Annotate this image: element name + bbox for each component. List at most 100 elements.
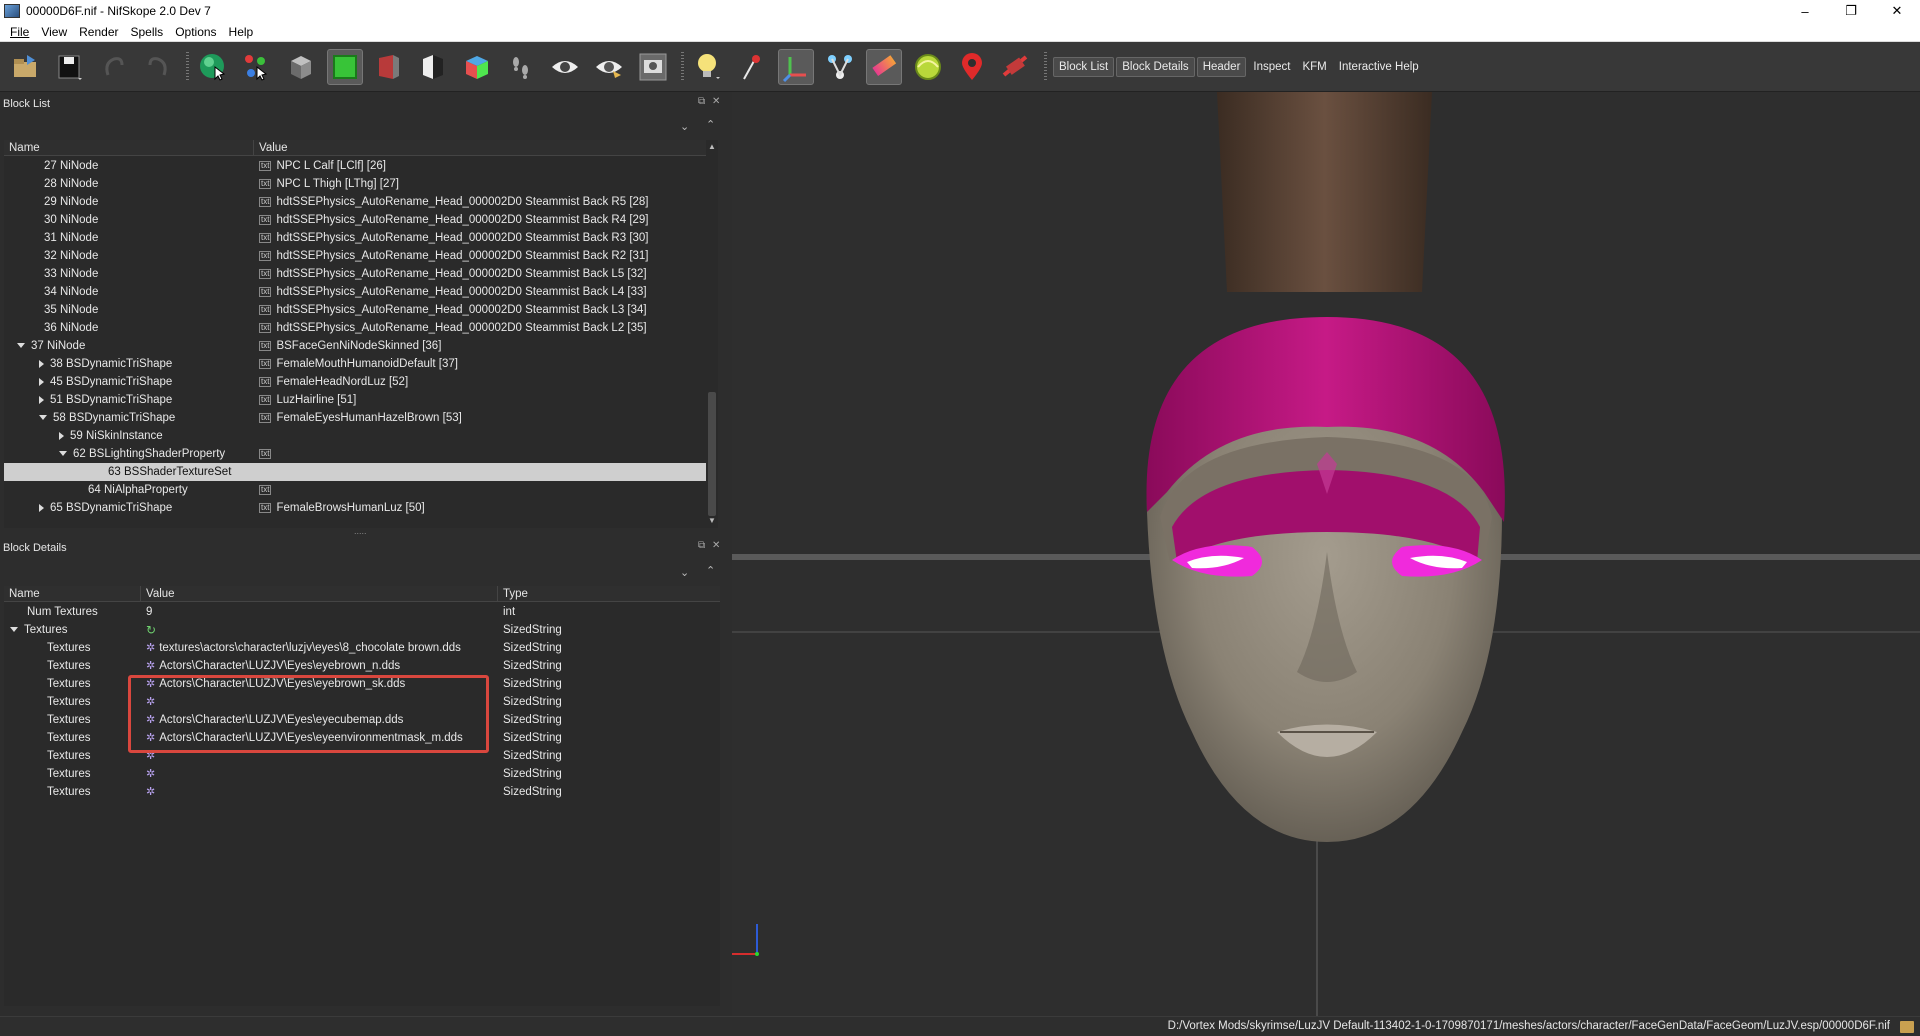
column-name[interactable]: Name	[4, 140, 254, 155]
splitter-handle[interactable]: .....	[354, 526, 367, 536]
show-axes-button[interactable]	[734, 49, 770, 85]
menu-render[interactable]: Render	[73, 22, 124, 42]
walk-mode-button[interactable]	[503, 49, 539, 85]
view-front-button[interactable]	[327, 48, 363, 85]
scroll-thumb[interactable]	[708, 392, 716, 516]
texture-path-icon[interactable]: ✲	[146, 714, 155, 726]
toggle-block-list[interactable]: Block List	[1053, 56, 1115, 77]
column-value[interactable]: Value	[254, 140, 706, 155]
block-details-row[interactable]: Textures ✲ textures\actors\character\luzjv…	[4, 639, 720, 657]
block-details-row[interactable]: Textures ✲ SizedString	[4, 783, 720, 801]
collapse-all-icon[interactable]: ⌄	[680, 566, 689, 579]
block-list-row[interactable]: 37 NiNode txt BSFaceGenNiNodeSkinned [36]	[4, 337, 706, 355]
menu-spells[interactable]: Spells	[125, 22, 170, 42]
maximize-button[interactable]: ❐	[1828, 0, 1874, 22]
toggle-kfm[interactable]: KFM	[1297, 58, 1331, 76]
show-hidden-button[interactable]	[547, 49, 583, 85]
block-list-row[interactable]: 38 BSDynamicTriShape txt FemaleMouthHumano…	[4, 355, 706, 373]
minimize-button[interactable]: –	[1782, 0, 1828, 22]
block-list-row[interactable]: 51 BSDynamicTriShape txt LuzHairline [51]	[4, 391, 706, 409]
toggle-header[interactable]: Header	[1196, 56, 1247, 77]
view-side-button[interactable]	[371, 49, 407, 85]
block-list-row[interactable]: 31 NiNode txt hdtSSEPhysics_AutoRename_Hea…	[4, 229, 706, 247]
block-list-row[interactable]: 36 NiNode txt hdtSSEPhysics_AutoRename_Hea…	[4, 319, 706, 337]
expanded-arrow-icon[interactable]	[10, 627, 18, 633]
texture-path-icon[interactable]: ✲	[146, 660, 155, 672]
block-list-row[interactable]: 30 NiNode txt hdtSSEPhysics_AutoRename_Hea…	[4, 211, 706, 229]
block-details-close-button[interactable]: ✕	[712, 540, 720, 551]
texture-path-icon[interactable]: ✲	[146, 732, 155, 744]
block-details-float-button[interactable]: ⧉	[698, 540, 705, 551]
show-grid-button[interactable]	[778, 48, 814, 85]
field-value[interactable]: textures\actors\character\luzjv\eyes\8_c…	[159, 642, 461, 654]
field-value[interactable]: 9	[146, 606, 152, 618]
menu-file[interactable]: File	[4, 22, 35, 42]
block-list-row[interactable]: 28 NiNode txt NPC L Thigh [LThg] [27]	[4, 175, 706, 193]
collapsed-arrow-icon[interactable]	[39, 359, 44, 368]
block-list-scrollbar[interactable]: ▲ ▼	[706, 140, 718, 528]
toggle-block-details[interactable]: Block Details	[1116, 56, 1195, 77]
column-type[interactable]: Type	[498, 586, 720, 601]
block-list-row[interactable]: 34 NiNode txt hdtSSEPhysics_AutoRename_Hea…	[4, 283, 706, 301]
select-object-button[interactable]	[195, 49, 231, 85]
block-list-float-button[interactable]: ⧉	[698, 96, 705, 107]
texture-path-icon[interactable]: ✲	[146, 786, 155, 798]
expanded-arrow-icon[interactable]	[17, 343, 25, 349]
scroll-up-icon[interactable]: ▲	[708, 142, 716, 151]
field-value[interactable]: Actors\Character\LUZJV\Eyes\eyebrown_n.d…	[159, 660, 400, 672]
block-list-row[interactable]: 45 BSDynamicTriShape txt FemaleHeadNordLuz…	[4, 373, 706, 391]
view-flip-button[interactable]	[415, 49, 451, 85]
collapsed-arrow-icon[interactable]	[39, 503, 44, 512]
show-nodes-button[interactable]	[591, 49, 627, 85]
expand-all-icon[interactable]: ⌃	[706, 564, 715, 577]
collapse-all-icon[interactable]: ⌄	[680, 120, 689, 133]
block-list-row[interactable]: 32 NiNode txt hdtSSEPhysics_AutoRename_Hea…	[4, 247, 706, 265]
block-list-row[interactable]: 64 NiAlphaProperty txt	[4, 481, 706, 499]
block-details-row[interactable]: Num Textures 9 int	[4, 603, 720, 621]
expanded-arrow-icon[interactable]	[39, 415, 47, 421]
menu-options[interactable]: Options	[169, 22, 222, 42]
collapsed-arrow-icon[interactable]	[39, 395, 44, 404]
block-details-row[interactable]: Textures ✲ SizedString	[4, 765, 720, 783]
block-details-row[interactable]: Textures ✲ SizedString	[4, 693, 720, 711]
block-list-row[interactable]: 29 NiNode txt hdtSSEPhysics_AutoRename_Hea…	[4, 193, 706, 211]
texture-path-icon[interactable]: ✲	[146, 696, 155, 708]
block-list-row[interactable]: 63 BSShaderTextureSet	[4, 463, 706, 481]
menu-view[interactable]: View	[35, 22, 73, 42]
disable-shaders-button[interactable]	[998, 49, 1034, 85]
show-textures-button[interactable]	[910, 49, 946, 85]
toggle-inspect[interactable]: Inspect	[1248, 58, 1295, 76]
render-viewport[interactable]	[732, 92, 1920, 1016]
interactive-help[interactable]: Interactive Help	[1334, 58, 1424, 76]
redo-button[interactable]	[140, 49, 176, 85]
view-top-button[interactable]	[283, 49, 319, 85]
open-file-button[interactable]	[8, 49, 44, 85]
block-details-row[interactable]: Textures ✲ Actors\Character\LUZJV\Eyes\eye…	[4, 675, 720, 693]
lighting-button[interactable]	[690, 49, 726, 85]
field-value[interactable]: Actors\Character\LUZJV\Eyes\eyecubemap.d…	[159, 714, 403, 726]
field-value[interactable]: Actors\Character\LUZJV\Eyes\eyeenvironme…	[159, 732, 463, 744]
block-details-row[interactable]: Textures ↻ SizedString	[4, 621, 720, 639]
expanded-arrow-icon[interactable]	[59, 451, 67, 457]
texture-path-icon[interactable]: ✲	[146, 768, 155, 780]
update-array-icon[interactable]: ↻	[146, 623, 156, 637]
show-skeleton-button[interactable]	[822, 49, 858, 85]
select-vertex-button[interactable]	[239, 49, 275, 85]
texture-path-icon[interactable]: ✲	[146, 678, 155, 690]
menu-help[interactable]: Help	[223, 22, 260, 42]
column-name[interactable]: Name	[4, 586, 141, 601]
block-list-row[interactable]: 62 BSLightingShaderProperty txt	[4, 445, 706, 463]
view-user-button[interactable]	[459, 49, 495, 85]
screenshot-button[interactable]	[635, 49, 671, 85]
block-list-close-button[interactable]: ✕	[712, 96, 720, 107]
scroll-down-icon[interactable]: ▼	[708, 516, 716, 525]
collapsed-arrow-icon[interactable]	[59, 431, 64, 440]
block-list-row[interactable]: 59 NiSkinInstance	[4, 427, 706, 445]
close-button[interactable]: ✕	[1874, 0, 1920, 22]
block-list-row[interactable]: 33 NiNode txt hdtSSEPhysics_AutoRename_Hea…	[4, 265, 706, 283]
block-details-row[interactable]: Textures ✲ Actors\Character\LUZJV\Eyes\eye…	[4, 657, 720, 675]
show-vertex-colors-button[interactable]	[866, 48, 902, 85]
block-list-row[interactable]: 58 BSDynamicTriShape txt FemaleEyesHumanHa…	[4, 409, 706, 427]
block-details-row[interactable]: Textures ✲ Actors\Character\LUZJV\Eyes\eye…	[4, 729, 720, 747]
column-value[interactable]: Value	[141, 586, 498, 601]
